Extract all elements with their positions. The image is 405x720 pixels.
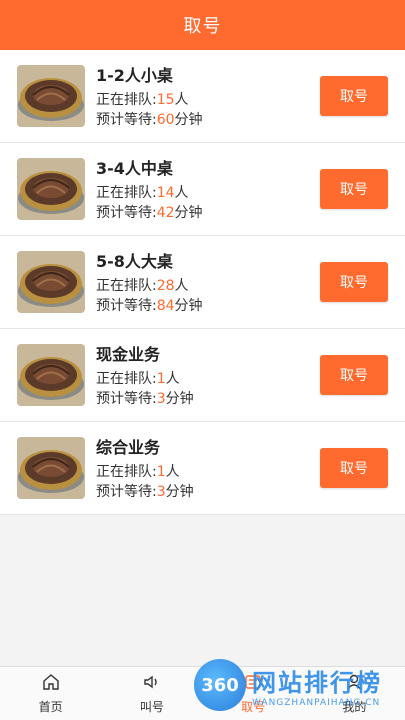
tab-label: 首页 [38,700,63,714]
take-number-button[interactable]: 取号 [320,76,388,116]
app-header: 取号 [0,0,405,50]
user-icon [344,672,364,698]
queue-item: 现金业务 正在排队:1人 预计等待:3分钟 取号 [0,329,405,422]
queue-item: 3-4人中桌 正在排队:14人 预计等待:42分钟 取号 [0,143,405,236]
tab-call[interactable]: 叫号 [101,667,202,720]
tab-label: 我的 [342,700,367,714]
bottom-tab-bar: 首页 叫号 取号 我的 [0,666,405,720]
queue-item: 综合业务 正在排队:1人 预计等待:3分钟 取号 [0,422,405,515]
food-thumbnail [17,65,85,127]
queue-item: 5-8人大桌 正在排队:28人 预计等待:84分钟 取号 [0,236,405,329]
tab-label: 叫号 [139,700,164,714]
tab-home[interactable]: 首页 [0,667,101,720]
take-number-button[interactable]: 取号 [320,355,388,395]
tab-take-number[interactable]: 取号 [203,667,304,720]
take-number-button[interactable]: 取号 [320,262,388,302]
home-icon [41,672,61,698]
speaker-icon [142,672,162,698]
ticket-icon [243,672,263,698]
take-number-button[interactable]: 取号 [320,448,388,488]
tab-label: 取号 [241,700,266,714]
page-title: 取号 [183,16,222,37]
food-thumbnail [17,158,85,220]
food-thumbnail [17,251,85,313]
tab-mine[interactable]: 我的 [304,667,405,720]
queue-list: 1-2人小桌 正在排队:15人 预计等待:60分钟 取号 3-4人中桌 正在排队… [0,50,405,515]
food-thumbnail [17,344,85,406]
food-thumbnail [17,437,85,499]
queue-item: 1-2人小桌 正在排队:15人 预计等待:60分钟 取号 [0,50,405,143]
take-number-button[interactable]: 取号 [320,169,388,209]
